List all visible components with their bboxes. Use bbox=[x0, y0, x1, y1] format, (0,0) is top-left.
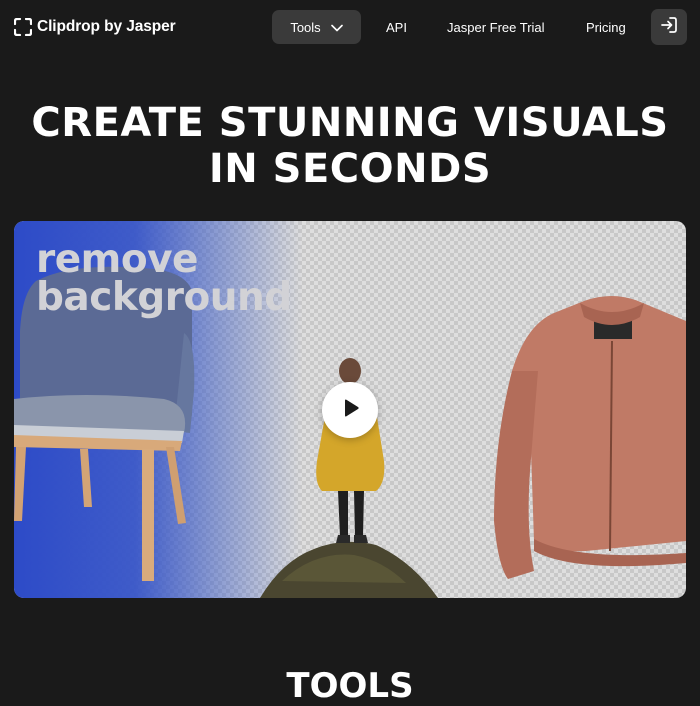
play-button[interactable] bbox=[322, 382, 378, 438]
video-caption-line-1: remove bbox=[36, 237, 198, 282]
video-caption-line-2: background bbox=[36, 275, 292, 320]
jacket-image bbox=[494, 296, 686, 579]
logo-text: Clipdrop by Jasper bbox=[37, 18, 176, 35]
logo[interactable]: Clipdrop by Jasper bbox=[13, 15, 176, 39]
video-caption: remove background bbox=[36, 237, 292, 320]
hero-title: CREATE STUNNING VISUALS IN SECONDS bbox=[0, 100, 700, 192]
login-button[interactable] bbox=[651, 9, 687, 45]
hero-title-line-1: CREATE STUNNING VISUALS bbox=[31, 100, 669, 146]
nav-link-jasper-free-trial[interactable]: Jasper Free Trial bbox=[447, 10, 545, 44]
play-icon bbox=[339, 397, 361, 424]
tools-section-heading: TOOLS bbox=[286, 666, 414, 706]
chevron-down-icon bbox=[330, 20, 343, 35]
demo-video[interactable]: remove background bbox=[14, 221, 686, 598]
hero-title-line-2: IN SECONDS bbox=[208, 146, 492, 192]
tools-dropdown[interactable]: Tools bbox=[272, 10, 361, 44]
rock-image bbox=[260, 541, 438, 598]
nav-link-api[interactable]: API bbox=[386, 10, 407, 44]
nav-link-pricing[interactable]: Pricing bbox=[586, 10, 626, 44]
top-nav: Clipdrop by Jasper Tools API Jasper Free… bbox=[0, 0, 700, 54]
clipdrop-logo-icon bbox=[13, 17, 33, 37]
login-icon bbox=[660, 16, 678, 39]
tools-label: Tools bbox=[290, 19, 321, 35]
